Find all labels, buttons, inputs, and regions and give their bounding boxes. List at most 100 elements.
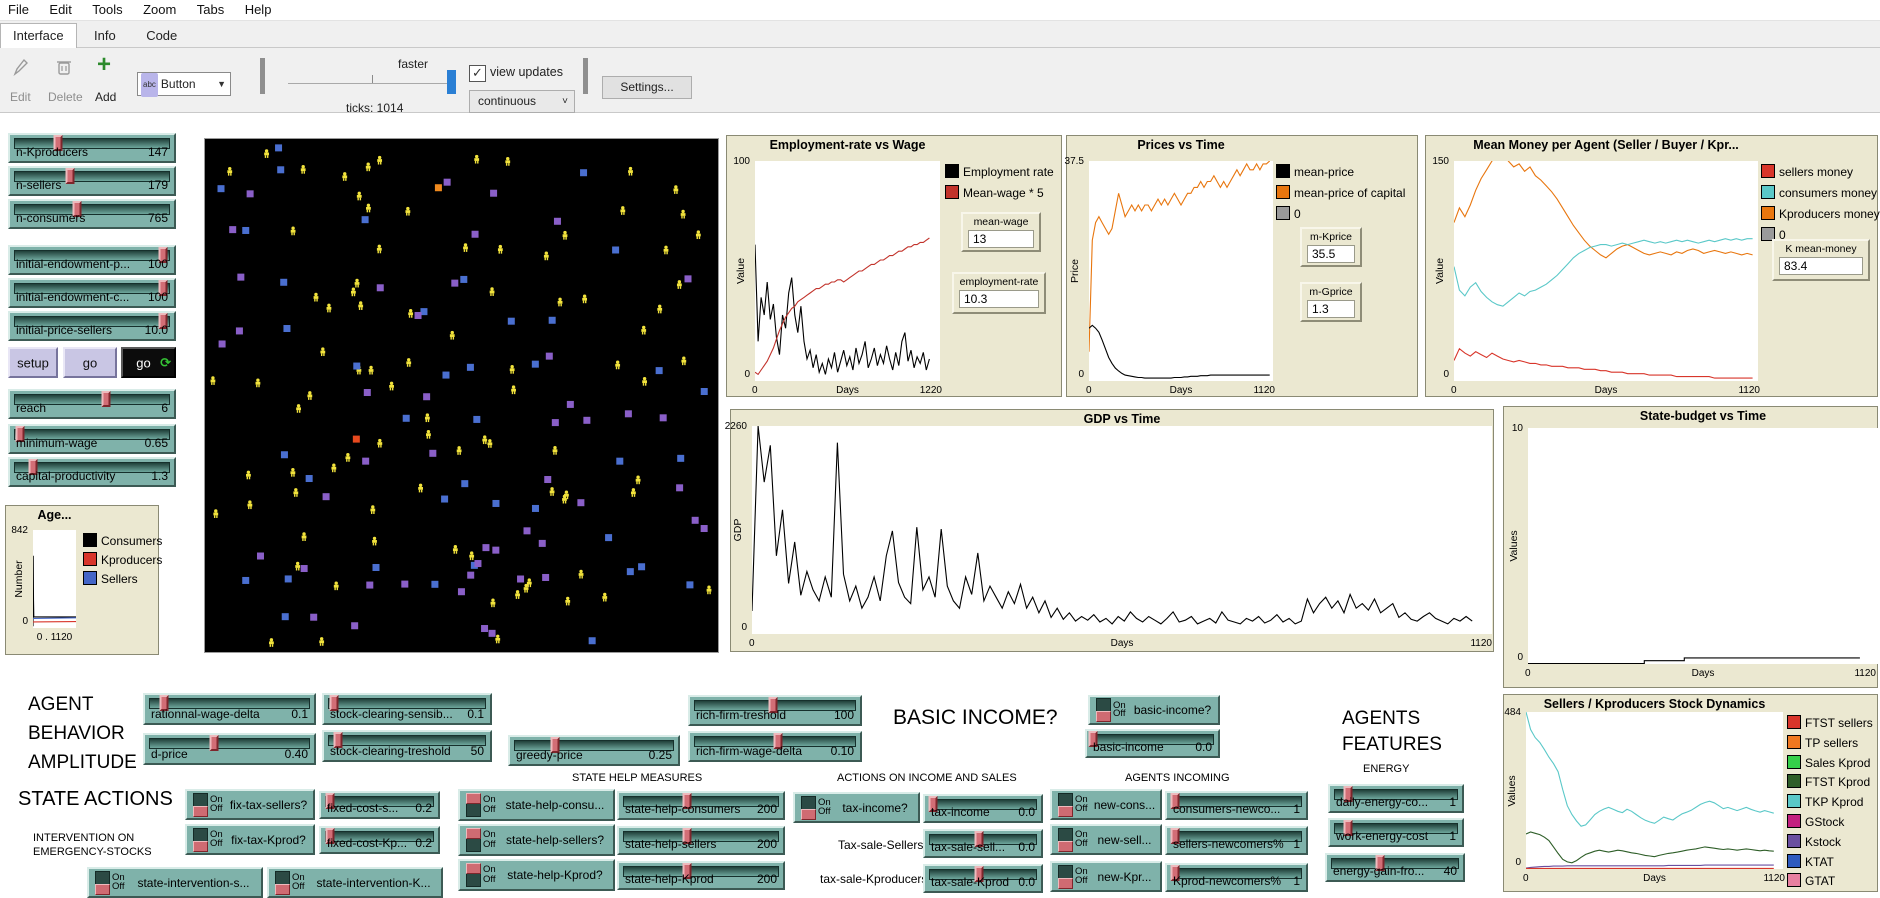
- slider-initial-endowment-c[interactable]: initial-endowment-c...100: [8, 278, 176, 308]
- slider-n-consumers[interactable]: n-consumers765: [8, 199, 176, 229]
- switch-lever[interactable]: [1058, 865, 1073, 889]
- switch-lever[interactable]: [95, 871, 110, 895]
- menu-tabs[interactable]: Tabs: [189, 0, 232, 19]
- slider-fixed-cost-kp[interactable]: fixed-cost-Kp...0.2: [319, 826, 440, 854]
- kproducer-agent: [364, 389, 371, 396]
- add-plus-icon[interactable]: +: [97, 54, 111, 76]
- setup-button[interactable]: setup: [8, 347, 58, 378]
- switch-fix-tax-sellers[interactable]: OnOfffix-tax-sellers?: [185, 789, 315, 820]
- switch-lever[interactable]: [1096, 698, 1111, 722]
- edit-pencil-icon[interactable]: [13, 58, 29, 76]
- view-updates-checkbox[interactable]: ✓: [469, 65, 486, 82]
- slider-n-kproducers[interactable]: n-Kproducers147: [8, 133, 176, 163]
- slider-tax-sale-kprod[interactable]: tax-sale-Kprod0.0: [923, 864, 1043, 893]
- edit-button[interactable]: Edit: [10, 90, 31, 104]
- settings-button[interactable]: Settings...: [602, 76, 692, 99]
- menu-file[interactable]: File: [0, 0, 37, 19]
- slider-state-help-sellers[interactable]: state-help-sellers200: [617, 826, 785, 855]
- add-button[interactable]: Add: [95, 90, 116, 104]
- switch-lever-cap[interactable]: [466, 828, 481, 839]
- slider-consumers-newcomers[interactable]: consumers-newco...1: [1165, 791, 1308, 820]
- switch-lever-cap[interactable]: [1058, 806, 1073, 817]
- slider-state-help-consumers[interactable]: state-help-consumers200: [617, 791, 785, 820]
- consumer-agent: [677, 280, 682, 289]
- switch-lever-cap[interactable]: [1058, 841, 1073, 852]
- switch-state-intervention-k[interactable]: OnOffstate-intervention-K...: [267, 867, 443, 898]
- switch-state-help-sellers[interactable]: OnOffstate-help-sellers?: [458, 824, 615, 856]
- switch-lever-cap[interactable]: [95, 884, 110, 895]
- menu-zoom[interactable]: Zoom: [135, 0, 184, 19]
- switch-state-intervention-s[interactable]: OnOffstate-intervention-s...: [87, 867, 263, 898]
- slider-reach[interactable]: reach6: [8, 389, 176, 419]
- switch-lever[interactable]: [275, 871, 290, 895]
- switch-basic-income[interactable]: OnOffbasic-income?: [1088, 695, 1220, 725]
- slider-sellers-newcomers[interactable]: sellers-newcomers%1: [1165, 826, 1308, 855]
- switch-lever-cap[interactable]: [1096, 711, 1111, 722]
- widget-chooser[interactable]: abcButton ▼: [137, 72, 231, 96]
- slider-greedy-price[interactable]: greedy-price0.25: [508, 735, 680, 766]
- slider-work-energy-cost[interactable]: work-energy-cost1: [1328, 818, 1464, 847]
- update-mode-dropdown[interactable]: continuous ˅: [469, 90, 575, 113]
- slider-initial-endowment-p[interactable]: initial-endowment-p...100: [8, 245, 176, 275]
- switch-lever-cap[interactable]: [1058, 878, 1073, 889]
- legend-label: Employment rate: [963, 165, 1054, 179]
- slider-n-sellers[interactable]: n-sellers179: [8, 166, 176, 196]
- switch-lever[interactable]: [193, 828, 208, 852]
- tab-info[interactable]: Info: [81, 23, 129, 48]
- switch-lever-cap[interactable]: [193, 841, 208, 852]
- slider-state-help-kprod[interactable]: state-help-Kprod200: [617, 861, 785, 890]
- forever-icon: ⟳: [160, 355, 171, 371]
- menu-edit[interactable]: Edit: [41, 0, 79, 19]
- slider-fixed-cost-s[interactable]: fixed-cost-s...0.2: [319, 791, 440, 819]
- slider-daily-energy-cost[interactable]: daily-energy-co...1: [1328, 784, 1464, 813]
- slider-basic-income[interactable]: basic-income0.0: [1085, 729, 1220, 758]
- menu-help[interactable]: Help: [237, 0, 280, 19]
- switch-new-consumers[interactable]: OnOffnew-cons...: [1050, 789, 1162, 820]
- speed-slider-handle[interactable]: [447, 70, 456, 94]
- tab-interface[interactable]: Interface: [0, 23, 77, 48]
- m-gprice-monitor: m-Gprice1.3: [1300, 282, 1362, 322]
- slider-d-price[interactable]: d-price0.40: [143, 733, 316, 765]
- switch-lever[interactable]: [1058, 793, 1073, 817]
- switch-state-help-consumers[interactable]: OnOffstate-help-consu...: [458, 789, 615, 821]
- switch-lever-cap[interactable]: [466, 863, 481, 874]
- slider-stock-clearing-sensib[interactable]: stock-clearing-sensib...0.1: [322, 693, 492, 725]
- consumer-agent: [264, 149, 269, 158]
- switch-lever-cap[interactable]: [275, 884, 290, 895]
- switch-new-sellers[interactable]: OnOffnew-sell...: [1050, 824, 1162, 855]
- speed-slider-track[interactable]: [288, 83, 454, 84]
- slider-tax-sale-sell[interactable]: tax-sale-sell...0.0: [923, 829, 1043, 858]
- slider-kprod-newcomers[interactable]: Kprod-newcomers%1: [1165, 863, 1308, 892]
- go-forever-button[interactable]: go⟳: [121, 347, 176, 378]
- slider-capital-productivity[interactable]: capital-productivity1.3: [8, 457, 176, 487]
- slider-energy-gain[interactable]: energy-gain-fro...40: [1325, 853, 1465, 882]
- switch-lever-cap[interactable]: [801, 809, 816, 820]
- switch-lever-cap[interactable]: [193, 806, 208, 817]
- switch-fix-tax-kprod[interactable]: OnOfffix-tax-Kprod?: [185, 824, 315, 855]
- switch-lever[interactable]: [801, 796, 816, 820]
- switch-lever-cap[interactable]: [466, 793, 481, 804]
- slider-minimum-wage[interactable]: minimum-wage0.65: [8, 424, 176, 454]
- slider-rich-firm-treshold[interactable]: rich-firm-treshold100: [688, 695, 862, 726]
- slider-initial-price-sellers[interactable]: initial-price-sellers10.0: [8, 311, 176, 341]
- switch-lever[interactable]: [466, 828, 481, 852]
- menu-tools[interactable]: Tools: [84, 0, 130, 19]
- slider-rationnal-wage-delta[interactable]: rationnal-wage-delta0.1: [143, 693, 316, 725]
- kproducer-agent: [676, 484, 683, 491]
- switch-state-help-kprod[interactable]: OnOffstate-help-Kprod?: [458, 859, 615, 891]
- go-once-button[interactable]: go: [63, 347, 117, 378]
- switch-lever[interactable]: [466, 863, 481, 887]
- consumer-agent: [295, 562, 300, 571]
- delete-trash-icon[interactable]: [56, 58, 72, 76]
- switch-new-kproducers[interactable]: OnOffnew-Kpr...: [1050, 861, 1162, 892]
- switch-tax-income[interactable]: OnOfftax-income?: [793, 792, 920, 823]
- switch-lever[interactable]: [193, 793, 208, 817]
- consumer-agent: [615, 361, 620, 370]
- switch-lever[interactable]: [1058, 828, 1073, 852]
- delete-button[interactable]: Delete: [48, 90, 83, 104]
- slider-stock-clearing-treshold[interactable]: stock-clearing-treshold50: [322, 730, 492, 762]
- tab-code[interactable]: Code: [133, 23, 190, 48]
- slider-tax-income[interactable]: tax-income0.0: [923, 794, 1043, 823]
- slider-rich-firm-wage-delta[interactable]: rich-firm-wage-delta0.10: [688, 731, 862, 762]
- switch-lever[interactable]: [466, 793, 481, 817]
